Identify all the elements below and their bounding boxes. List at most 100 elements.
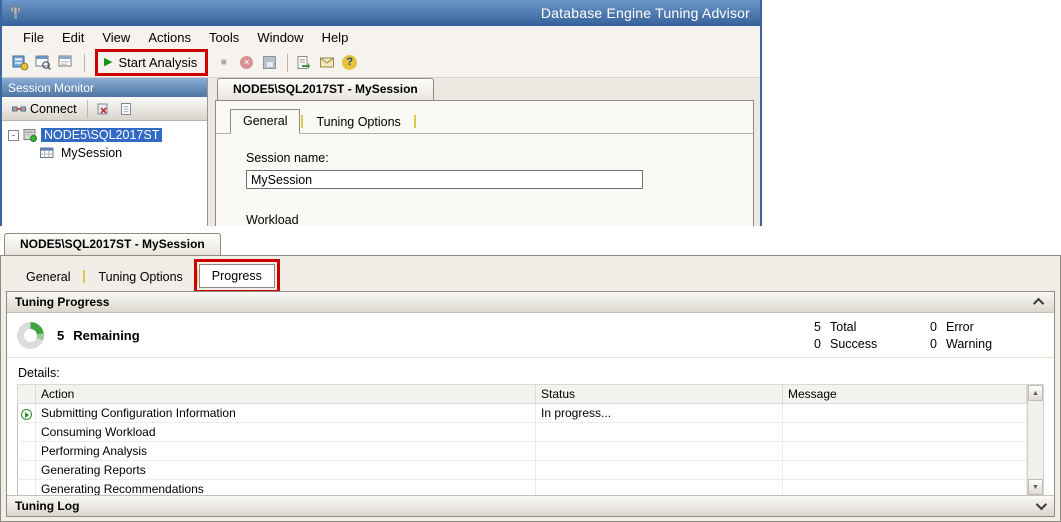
tab-progress[interactable]: Progress <box>199 264 275 288</box>
cell-message <box>783 404 1027 423</box>
cell-message <box>783 442 1027 461</box>
start-analysis-label: Start Analysis <box>118 55 197 70</box>
progress-stats: 5 Total 0 Error 0 Success 0 Warning <box>814 320 1026 351</box>
table-scrollbar[interactable]: ▲ ▼ <box>1027 384 1044 495</box>
window-title: Database Engine Tuning Advisor <box>541 5 750 21</box>
stat-warning-label: Warning <box>946 337 1026 351</box>
cell-status <box>536 480 783 495</box>
progress-window: NODE5\SQL2017ST - MySession General Tuni… <box>0 233 1061 522</box>
session-properties-icon[interactable] <box>116 98 137 119</box>
stat-success-label: Success <box>830 337 930 351</box>
session-tabstrip: General Tuning Options <box>216 101 753 134</box>
connect-icon <box>12 102 26 116</box>
col-action[interactable]: Action <box>36 385 536 404</box>
scroll-down-button[interactable]: ▼ <box>1028 479 1043 495</box>
down-arrow-icon: ▼ <box>1032 484 1039 491</box>
menu-window[interactable]: Window <box>248 28 312 47</box>
menu-actions[interactable]: Actions <box>139 28 200 47</box>
session-icon <box>40 146 54 160</box>
menu-file[interactable]: File <box>14 28 53 47</box>
table-row[interactable]: Submitting Configuration Information In … <box>18 404 1027 423</box>
top-window-body: Session Monitor Connect <box>2 78 760 226</box>
tab-general-bottom[interactable]: General <box>14 266 82 288</box>
session-monitor-header: Session Monitor <box>2 78 207 97</box>
menu-view[interactable]: View <box>93 28 139 47</box>
menu-help[interactable]: Help <box>313 28 358 47</box>
new-session-icon[interactable] <box>10 52 31 73</box>
collapse-chevron-icon[interactable] <box>1033 298 1044 309</box>
import-workload-icon[interactable] <box>293 52 314 73</box>
cell-action: Generating Recommendations <box>36 480 536 495</box>
export-report-icon[interactable] <box>316 52 337 73</box>
stat-warning-value: 0 <box>930 337 946 351</box>
scroll-up-button[interactable]: ▲ <box>1028 385 1043 401</box>
start-analysis-annotation-box: ▶ Start Analysis <box>95 49 208 76</box>
cell-status <box>536 461 783 480</box>
toolbar-separator <box>84 54 85 72</box>
session-name-label: Session name: <box>246 151 753 165</box>
stop-analysis-icon[interactable]: ■ <box>213 52 234 73</box>
tree-node-session-row[interactable]: MySession <box>2 144 207 162</box>
app-icon <box>8 5 24 21</box>
menu-tools[interactable]: Tools <box>200 28 248 47</box>
col-message[interactable]: Message <box>783 385 1027 404</box>
titlebar[interactable]: Database Engine Tuning Advisor <box>2 0 760 26</box>
tuning-log-title: Tuning Log <box>15 499 79 513</box>
progress-summary: 5 Remaining 5 Total 0 Error 0 Success 0 … <box>7 313 1054 359</box>
col-status[interactable]: Status <box>536 385 783 404</box>
tab-separator <box>83 270 85 283</box>
save-icon[interactable] <box>259 52 280 73</box>
help-icon[interactable]: ? <box>339 52 360 73</box>
play-icon: ▶ <box>104 57 112 68</box>
expand-chevron-icon[interactable] <box>1036 499 1047 510</box>
session-tabstrip-bottom: General Tuning Options Progress <box>6 256 1055 291</box>
tuning-log-header[interactable]: Tuning Log <box>7 495 1054 516</box>
document-tabstrip-bottom: NODE5\SQL2017ST - MySession <box>0 233 1061 256</box>
tab-tuning-options-bottom[interactable]: Tuning Options <box>86 266 194 288</box>
connect-button[interactable]: Connect <box>7 100 82 118</box>
main-toolbar: ▶ Start Analysis ■ ✕ <box>2 48 760 78</box>
server-icon <box>23 128 37 142</box>
tab-general[interactable]: General <box>230 109 300 134</box>
document-tab-bottom[interactable]: NODE5\SQL2017ST - MySession <box>4 233 221 255</box>
document-tab[interactable]: NODE5\SQL2017ST - MySession <box>217 78 434 100</box>
progress-window-body: General Tuning Options Progress Tuning P… <box>0 256 1061 522</box>
stat-total-label: Total <box>830 320 930 334</box>
document-tabstrip: NODE5\SQL2017ST - MySession <box>215 78 760 100</box>
details-table-wrap: Action Status Message Submitting Configu… <box>17 384 1044 495</box>
cell-message <box>783 423 1027 442</box>
table-row[interactable]: Generating Recommendations <box>18 480 1027 495</box>
kill-session-icon[interactable] <box>93 98 114 119</box>
document-area: NODE5\SQL2017ST - MySession General Tuni… <box>208 78 760 226</box>
tab-separator <box>301 115 303 128</box>
open-session-icon[interactable] <box>33 52 54 73</box>
stat-error-label: Error <box>946 320 1026 334</box>
tree-node-session[interactable]: MySession <box>58 146 125 160</box>
tree-node-server[interactable]: NODE5\SQL2017ST <box>41 128 162 142</box>
table-row[interactable]: Generating Reports <box>18 461 1027 480</box>
session-name-input[interactable] <box>246 170 643 189</box>
tuning-progress-header[interactable]: Tuning Progress <box>7 292 1054 313</box>
tree-node-server-row[interactable]: - NODE5\SQL2017ST <box>2 126 207 144</box>
table-row[interactable]: Performing Analysis <box>18 442 1027 461</box>
screenshot-canvas: Database Engine Tuning Advisor File Edit… <box>0 0 1061 522</box>
cancel-analysis-icon[interactable]: ✕ <box>236 52 257 73</box>
toolbar-separator <box>287 54 288 72</box>
up-arrow-icon: ▲ <box>1032 390 1039 397</box>
menu-edit[interactable]: Edit <box>53 28 93 47</box>
connect-label: Connect <box>30 102 77 116</box>
view-sessions-icon[interactable] <box>56 52 77 73</box>
table-row[interactable]: Consuming Workload <box>18 423 1027 442</box>
cell-action: Performing Analysis <box>36 442 536 461</box>
tuning-progress-title: Tuning Progress <box>15 295 109 309</box>
progress-details-table: Action Status Message Submitting Configu… <box>17 384 1027 495</box>
stat-error-value: 0 <box>930 320 946 334</box>
tab-tuning-options[interactable]: Tuning Options <box>304 111 412 133</box>
cell-status: In progress... <box>536 404 783 423</box>
remaining-label: Remaining <box>73 328 139 343</box>
tree-expander-icon[interactable]: - <box>8 130 19 141</box>
start-analysis-button[interactable]: ▶ Start Analysis <box>104 55 197 70</box>
cell-action: Consuming Workload <box>36 423 536 442</box>
cell-action: Submitting Configuration Information <box>36 404 536 423</box>
cell-action: Generating Reports <box>36 461 536 480</box>
